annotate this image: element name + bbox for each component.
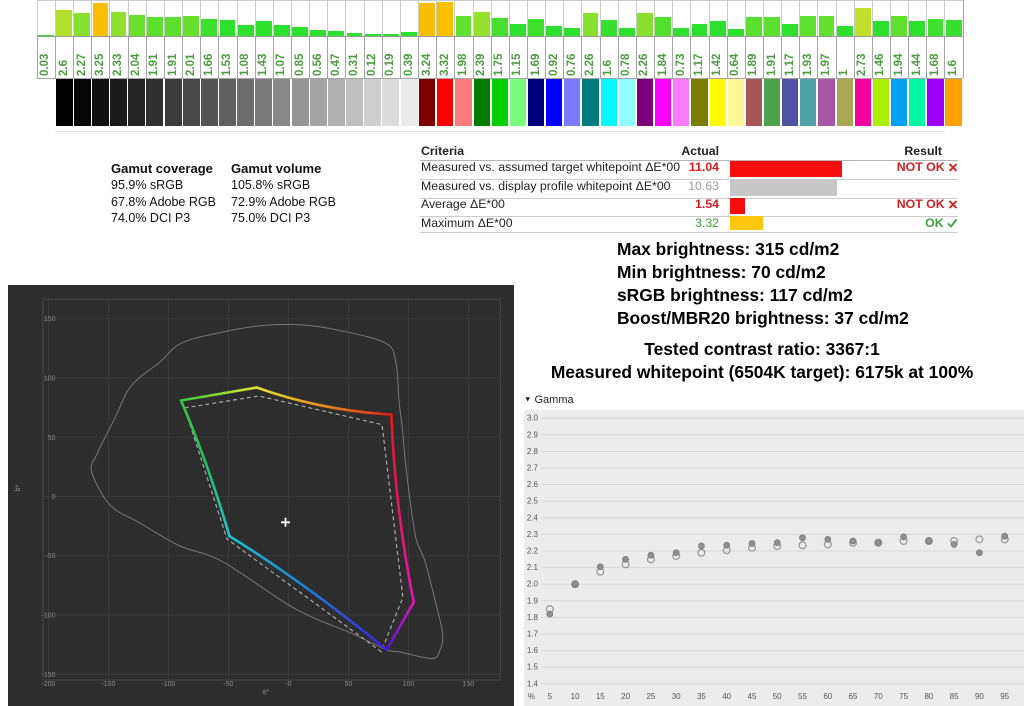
svg-text:90: 90 [975,692,984,701]
svg-text:15: 15 [596,692,605,701]
svg-text:40: 40 [722,692,731,701]
svg-text:45: 45 [748,692,757,701]
svg-text:95: 95 [1000,692,1009,701]
svg-text:150: 150 [463,681,475,688]
svg-text:65: 65 [849,692,858,701]
svg-text:2.1: 2.1 [527,563,539,572]
svg-text:2.3: 2.3 [527,530,539,539]
svg-text:85: 85 [950,692,959,701]
svg-text:-200: -200 [41,681,55,688]
svg-text:100: 100 [403,681,415,688]
svg-text:35: 35 [697,692,706,701]
svg-text:25: 25 [646,692,655,701]
svg-text:1.9: 1.9 [527,596,539,605]
svg-text:-50: -50 [45,553,55,560]
svg-text:2.5: 2.5 [527,497,539,506]
svg-text:75: 75 [899,692,908,701]
svg-text:150: 150 [44,316,56,323]
svg-text:30: 30 [672,692,681,701]
svg-text:b*: b* [15,484,22,491]
svg-text:a*: a* [262,689,269,696]
svg-text:-150: -150 [101,681,115,688]
svg-text:%: % [528,692,535,701]
svg-text:2.4: 2.4 [527,513,539,522]
svg-text:55: 55 [798,692,807,701]
svg-text:10: 10 [571,692,580,701]
svg-text:3.0: 3.0 [527,414,539,423]
svg-text:50: 50 [773,692,782,701]
svg-text:80: 80 [924,692,933,701]
svg-text:-0: -0 [285,681,291,688]
svg-text:5: 5 [548,692,553,701]
svg-text:0: 0 [52,494,56,501]
svg-text:-150: -150 [41,672,55,679]
svg-text:-50: -50 [223,681,233,688]
svg-text:1.8: 1.8 [527,613,539,622]
svg-text:2.0: 2.0 [527,580,539,589]
svg-text:1.6: 1.6 [527,646,539,655]
svg-text:2.6: 2.6 [527,480,539,489]
svg-text:50: 50 [48,435,56,442]
svg-text:2.9: 2.9 [527,430,539,439]
svg-text:2.2: 2.2 [527,547,539,556]
svg-text:70: 70 [874,692,883,701]
svg-text:-100: -100 [161,681,175,688]
svg-text:1.7: 1.7 [527,630,539,639]
svg-text:50: 50 [345,681,353,688]
svg-text:1.5: 1.5 [527,663,539,672]
svg-text:1.4: 1.4 [527,679,539,688]
svg-text:2.8: 2.8 [527,447,539,456]
svg-text:-100: -100 [41,613,55,620]
svg-text:2.7: 2.7 [527,464,539,473]
svg-text:100: 100 [44,376,56,383]
svg-text:20: 20 [621,692,630,701]
svg-text:60: 60 [823,692,832,701]
